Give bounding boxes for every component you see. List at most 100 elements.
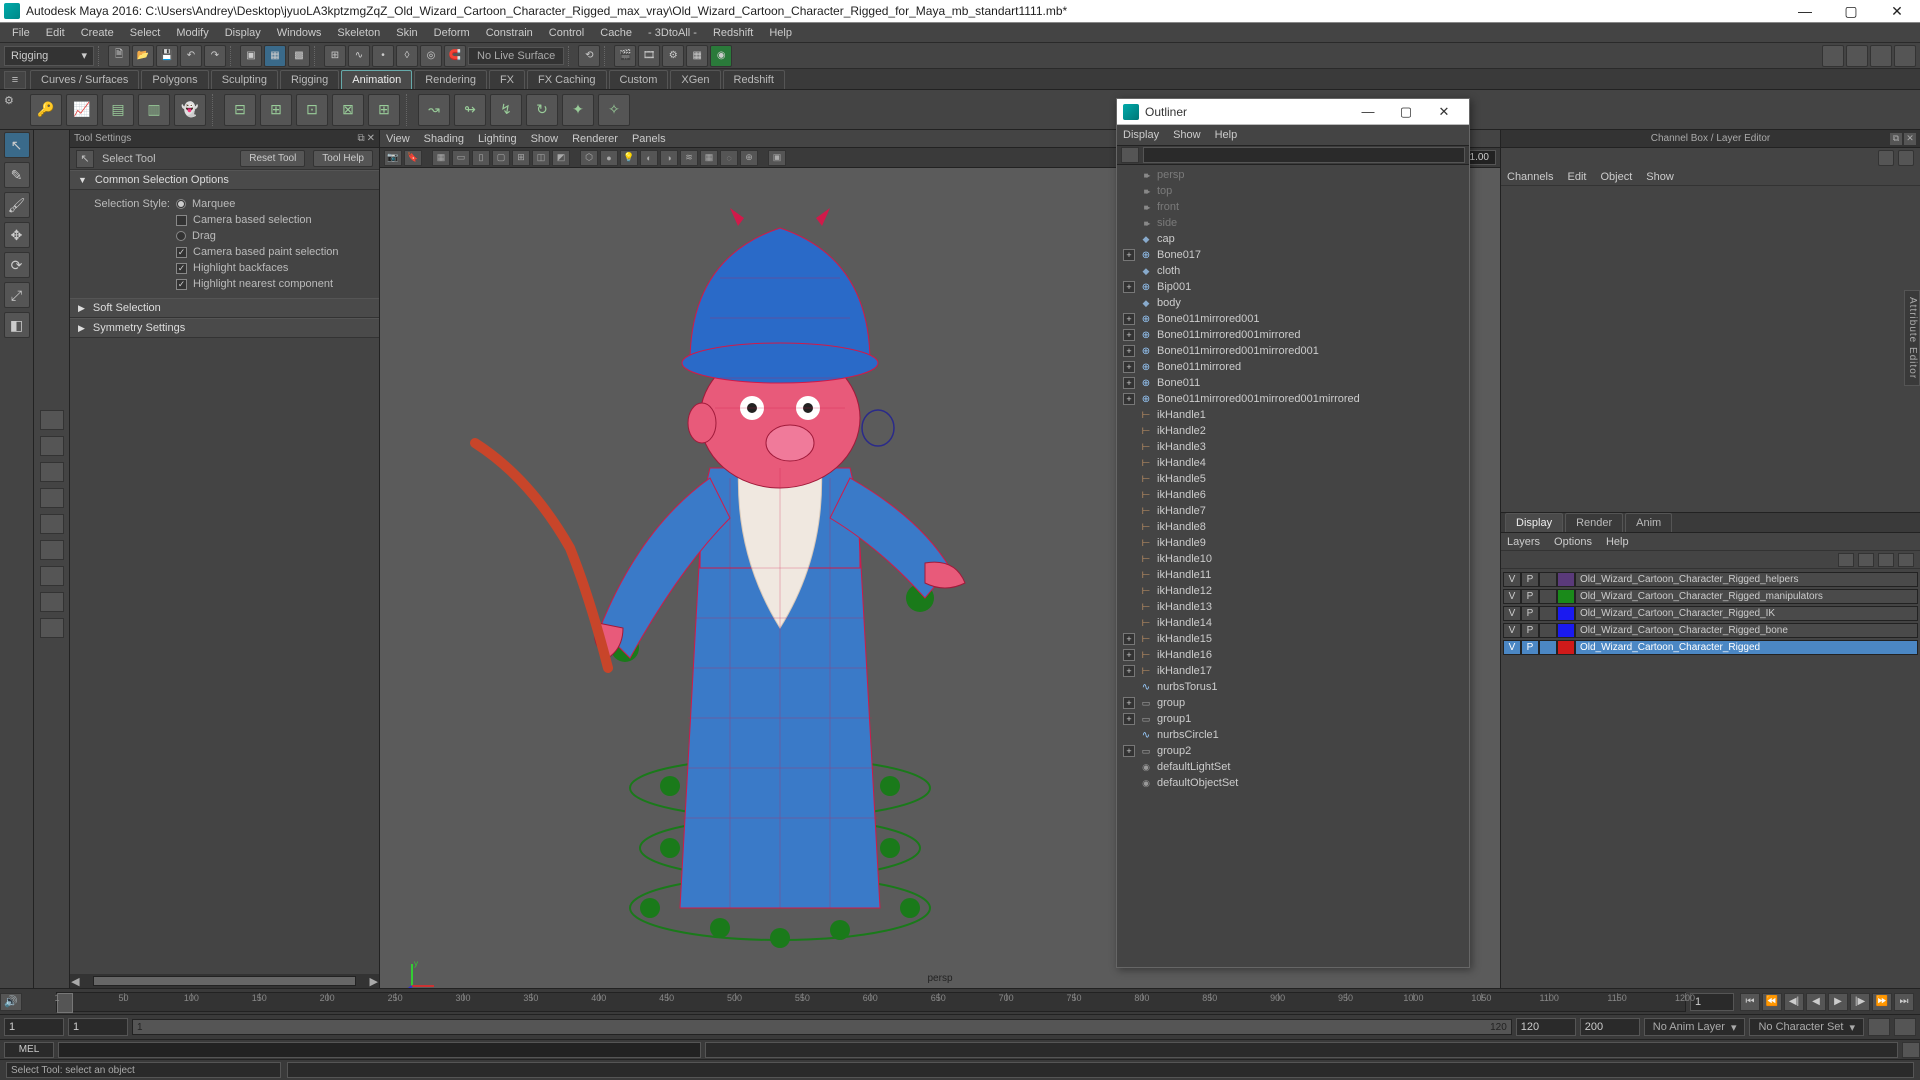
last-tool-icon[interactable]: ◧ (4, 312, 30, 338)
expand-icon[interactable]: + (1123, 361, 1135, 373)
layer-display-type[interactable] (1539, 606, 1557, 621)
snap-grid-icon[interactable]: ⊞ (324, 45, 346, 67)
expand-icon[interactable]: + (1123, 713, 1135, 725)
vp-resolution-gate-icon[interactable]: ▯ (472, 150, 490, 166)
tool-settings-hscroll[interactable]: ◀▶ (70, 974, 379, 988)
layer-row[interactable]: VPOld_Wizard_Cartoon_Character_Rigged_ma… (1503, 588, 1918, 604)
shelf-trax-icon[interactable]: ▥ (138, 94, 170, 126)
outliner-item[interactable]: top (1117, 183, 1469, 199)
select-tool-icon[interactable]: ↖ (4, 132, 30, 158)
move-tool-icon[interactable]: ✥ (4, 222, 30, 248)
menu-help[interactable]: Help (761, 25, 800, 41)
shelf-tab-fx-caching[interactable]: FX Caching (527, 70, 606, 89)
shelf-path1-icon[interactable]: ↝ (418, 94, 450, 126)
outliner-item[interactable]: ikHandle8 (1117, 519, 1469, 535)
chbox-close-icon[interactable]: ✕ (1904, 133, 1916, 145)
vp-safe-title-icon[interactable]: ◩ (552, 150, 570, 166)
layer-playback-toggle[interactable]: P (1521, 640, 1539, 655)
outliner-item[interactable]: body (1117, 295, 1469, 311)
layer-visibility-toggle[interactable]: V (1503, 640, 1521, 655)
layer-row[interactable]: VPOld_Wizard_Cartoon_Character_Rigged (1503, 639, 1918, 655)
vp-textured-icon[interactable]: ▦ (700, 150, 718, 166)
outliner-item[interactable]: +Bone011mirrored001 (1117, 311, 1469, 327)
snap-view-icon[interactable]: ◎ (420, 45, 442, 67)
vp-menu-view[interactable]: View (386, 133, 410, 145)
current-frame-field[interactable]: 1 (1690, 993, 1734, 1011)
menu-file[interactable]: File (4, 25, 38, 41)
shelf-tab-sculpting[interactable]: Sculpting (211, 70, 278, 89)
layer-color-swatch[interactable] (1557, 640, 1575, 655)
outliner-item[interactable]: ikHandle3 (1117, 439, 1469, 455)
lasso-tool-icon[interactable]: ✎ (4, 162, 30, 188)
vp-smooth-shade-icon[interactable]: ● (600, 150, 618, 166)
shelf-path3-icon[interactable]: ↯ (490, 94, 522, 126)
marquee-radio[interactable] (176, 199, 186, 209)
vp-menu-lighting[interactable]: Lighting (478, 133, 517, 145)
outliner-item[interactable]: ikHandle1 (1117, 407, 1469, 423)
move-layer-down-icon[interactable] (1858, 553, 1874, 567)
vp-menu-show[interactable]: Show (531, 133, 559, 145)
layer-tab-anim[interactable]: Anim (1625, 513, 1672, 532)
channel-box-body[interactable] (1501, 186, 1920, 513)
layer-color-swatch[interactable] (1557, 606, 1575, 621)
script-editor-icon[interactable] (1902, 1042, 1920, 1058)
shelf-setkey-icon[interactable]: 🔑 (30, 94, 62, 126)
layer-tab-display[interactable]: Display (1505, 513, 1563, 532)
expand-icon[interactable]: + (1123, 697, 1135, 709)
graph-layout-icon[interactable] (40, 566, 64, 586)
anim-start-field[interactable]: 1 (4, 1018, 64, 1036)
outliner-item[interactable]: +ikHandle16 (1117, 647, 1469, 663)
render-view-icon[interactable]: ▦ (686, 45, 708, 67)
menu-deform[interactable]: Deform (426, 25, 478, 41)
expand-icon[interactable]: + (1123, 745, 1135, 757)
outliner-item[interactable]: ikHandle13 (1117, 599, 1469, 615)
select-component-icon[interactable]: ▩ (288, 45, 310, 67)
minimize-button[interactable]: — (1786, 1, 1824, 21)
play-back-button[interactable]: ◀ (1806, 993, 1826, 1011)
soft-selection-header[interactable]: ▶Soft Selection (70, 298, 379, 318)
paint-select-tool-icon[interactable]: 🖌 (4, 192, 30, 218)
outliner-item[interactable]: nurbsCircle1 (1117, 727, 1469, 743)
tool-help-button[interactable]: Tool Help (313, 150, 373, 167)
chbox-undock-icon[interactable]: ⧉ (1890, 133, 1902, 145)
layer-color-swatch[interactable] (1557, 572, 1575, 587)
shelf-constraint2-icon[interactable]: ⊞ (260, 94, 292, 126)
construction-history-icon[interactable]: ⟲ (578, 45, 600, 67)
common-selection-header[interactable]: ▼Common Selection Options (70, 170, 379, 190)
render-settings-icon[interactable]: ⚙ (662, 45, 684, 67)
select-hierarchy-icon[interactable]: ▣ (240, 45, 262, 67)
shelf-tab-animation[interactable]: Animation (341, 70, 412, 89)
vp-gate-mask-icon[interactable]: ▢ (492, 150, 510, 166)
save-scene-icon[interactable]: 💾 (156, 45, 178, 67)
two-pane-v-icon[interactable] (40, 488, 64, 508)
highlight-backfaces-checkbox[interactable]: ✓ (176, 263, 187, 274)
expand-icon[interactable]: + (1123, 345, 1135, 357)
snap-plane-icon[interactable]: ◊ (396, 45, 418, 67)
layer-visibility-toggle[interactable]: V (1503, 572, 1521, 587)
layer-row[interactable]: VPOld_Wizard_Cartoon_Character_Rigged_he… (1503, 571, 1918, 587)
outliner-item[interactable]: +ikHandle17 (1117, 663, 1469, 679)
expand-icon[interactable]: + (1123, 329, 1135, 341)
reset-tool-button[interactable]: Reset Tool (240, 150, 305, 167)
outliner-item[interactable]: defaultLightSet (1117, 759, 1469, 775)
redshift-rv-icon[interactable] (1822, 45, 1844, 67)
outliner-item[interactable]: +Bone017 (1117, 247, 1469, 263)
expand-icon[interactable]: + (1123, 665, 1135, 677)
outliner-item[interactable]: ikHandle4 (1117, 455, 1469, 471)
command-input[interactable] (58, 1042, 701, 1058)
shelf-path6-icon[interactable]: ✧ (598, 94, 630, 126)
vp-bookmark-icon[interactable]: 🔖 (404, 150, 422, 166)
select-object-icon[interactable]: ▦ (264, 45, 286, 67)
outliner-item[interactable]: +Bone011mirrored (1117, 359, 1469, 375)
attribute-editor-tab[interactable]: Attribute Editor (1904, 290, 1920, 386)
single-pane-icon[interactable] (40, 410, 64, 430)
layer-display-type[interactable] (1539, 640, 1557, 655)
vp-ao-icon[interactable]: ◑ (660, 150, 678, 166)
shelf-tab-rigging[interactable]: Rigging (280, 70, 339, 89)
highlight-nearest-checkbox[interactable]: ✓ (176, 279, 187, 290)
menu-modify[interactable]: Modify (168, 25, 216, 41)
vp-safe-action-icon[interactable]: ◫ (532, 150, 550, 166)
vp-field-chart-icon[interactable]: ⊞ (512, 150, 530, 166)
range-track[interactable]: 1120 (132, 1019, 1512, 1035)
expand-icon[interactable]: + (1123, 313, 1135, 325)
